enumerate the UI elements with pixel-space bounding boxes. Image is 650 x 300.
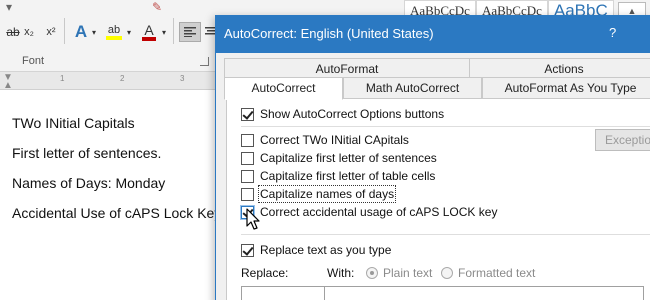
tab-math-autocorrect[interactable]: Math AutoCorrect (343, 77, 482, 99)
font-color-icon[interactable]: A (139, 22, 159, 42)
tab-autocorrect[interactable]: AutoCorrect (224, 77, 343, 100)
radio-icon[interactable] (366, 267, 378, 279)
with-label: With: (327, 266, 355, 280)
capitalize-sentences-checkbox[interactable]: Capitalize first letter of sentences (241, 150, 437, 166)
option-label: Replace text as you type (260, 243, 392, 257)
correct-two-initial-capitals-checkbox[interactable]: Correct TWo INitial CApitals (241, 132, 409, 148)
radio-icon[interactable] (441, 267, 453, 279)
dialog-title: AutoCorrect: English (United States) (224, 26, 434, 41)
option-label: Show AutoCorrect Options buttons (260, 107, 445, 121)
tab-autoformat-as-you-type[interactable]: AutoFormat As You Type (482, 77, 650, 99)
checkbox-icon[interactable] (241, 151, 254, 165)
font-color-dropdown-icon[interactable]: ▾ (159, 22, 169, 42)
text-effects-dropdown-icon[interactable]: ▾ (89, 22, 99, 42)
highlight-icon[interactable]: ab (103, 22, 125, 42)
replace-text-as-you-type-checkbox[interactable]: Replace text as you type (241, 242, 391, 258)
document-page[interactable]: TWo INitial Capitals First letter of sen… (0, 91, 221, 300)
with-input[interactable] (324, 286, 644, 300)
font-group-label: Font (22, 55, 45, 67)
align-left-icon[interactable] (179, 22, 201, 42)
highlight-dropdown-icon[interactable]: ▾ (124, 22, 134, 42)
divider (241, 234, 650, 235)
subscript-icon[interactable]: x₂ (20, 22, 38, 42)
exceptions-button[interactable]: Exceptions... (595, 129, 650, 151)
autocorrect-panel: Show AutoCorrect Options buttons Correct… (226, 98, 650, 300)
option-label: Capitalize first letter of table cells (260, 169, 436, 183)
show-autocorrect-options-checkbox[interactable]: Show AutoCorrect Options buttons (241, 106, 444, 122)
checkbox-icon[interactable] (241, 107, 254, 121)
option-label: Capitalize names of days (257, 185, 397, 203)
checkbox-icon[interactable] (241, 169, 254, 183)
ruler: ▼ ▲ 1 2 3 (0, 72, 220, 91)
option-label: Correct accidental usage of cAPS LOCK ke… (260, 205, 498, 219)
option-label: Correct TWo INitial CApitals (260, 133, 409, 147)
dialog-titlebar[interactable]: AutoCorrect: English (United States) ? (216, 16, 650, 53)
clear-formatting-icon[interactable]: ✎ (152, 0, 162, 18)
doc-line[interactable]: First letter of sentences. (12, 145, 161, 161)
superscript-icon[interactable]: x² (42, 22, 60, 42)
correct-caps-lock-checkbox[interactable]: Correct accidental usage of cAPS LOCK ke… (241, 204, 497, 220)
doc-line[interactable]: Accidental Use of cAPS Lock Key (12, 205, 221, 221)
option-label: Capitalize first letter of sentences (260, 151, 437, 165)
ribbon-separator (173, 18, 174, 44)
checkbox-icon[interactable] (241, 133, 254, 147)
mouse-cursor-icon (246, 208, 260, 230)
capitalize-table-cells-checkbox[interactable]: Capitalize first letter of table cells (241, 168, 435, 184)
text-effects-icon[interactable]: A (72, 22, 90, 42)
ribbon-separator (64, 18, 65, 44)
font-size-dropdown-remnant[interactable]: ▾ (6, 0, 12, 18)
capitalize-names-of-days-checkbox[interactable]: Capitalize names of days (241, 185, 397, 203)
divider (241, 126, 650, 127)
help-button[interactable]: ? (609, 25, 616, 40)
doc-line[interactable]: Names of Days: Monday (12, 175, 165, 191)
formatted-text-radio[interactable]: Formatted text (441, 266, 535, 280)
checkbox-icon[interactable] (241, 187, 254, 201)
autocorrect-dialog: AutoCorrect: English (United States) ? A… (215, 15, 650, 300)
replace-input[interactable] (241, 286, 325, 300)
plain-text-radio[interactable]: Plain text (366, 266, 432, 280)
font-dialog-launcher-icon[interactable] (200, 57, 209, 66)
doc-line[interactable]: TWo INitial Capitals (12, 115, 135, 131)
checkbox-icon[interactable] (241, 243, 254, 257)
replace-label: Replace: (241, 266, 289, 280)
